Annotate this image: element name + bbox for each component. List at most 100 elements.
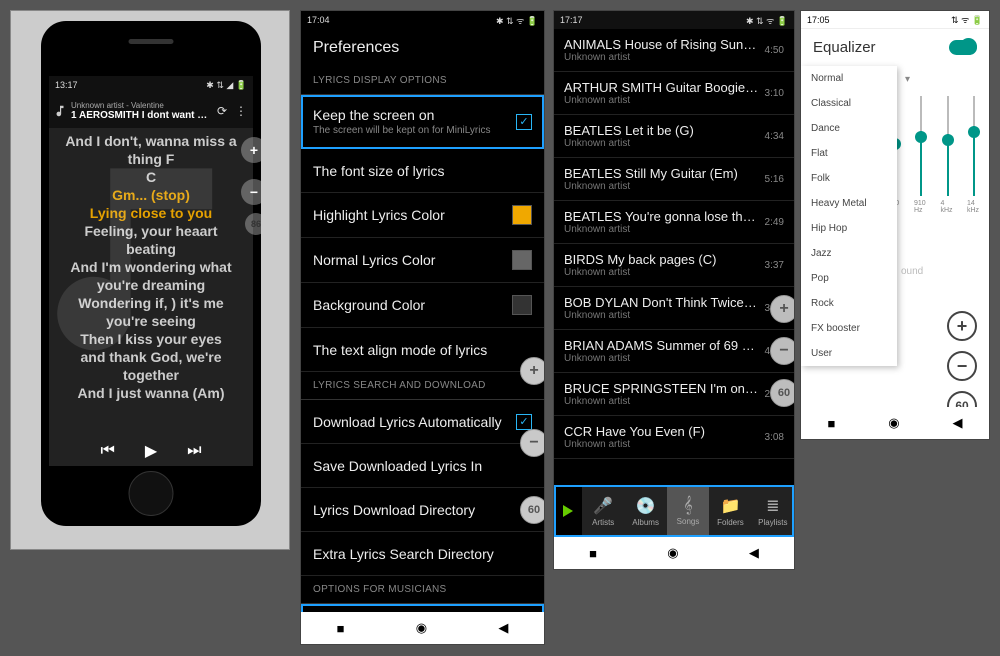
pref-download-dir[interactable]: Lyrics Download Directory 60 (301, 488, 544, 532)
tab-songs[interactable]: 𝄞Songs (667, 485, 709, 537)
phone-frame: 13:17 ✱ ⇅ ◢ 🔋 Unknown artist - Valentine… (41, 21, 261, 526)
overlay-minus-button[interactable]: − (770, 337, 795, 365)
more-icon[interactable]: ⋮ (233, 104, 249, 118)
preset-item[interactable]: Jazz (801, 241, 897, 266)
eq-slider[interactable]: 4 kHz (941, 96, 955, 231)
pref-auto-download[interactable]: Download Lyrics Automatically ✓ − (301, 400, 544, 444)
song-artist: Unknown artist (564, 396, 759, 407)
pref-font-size[interactable]: The font size of lyrics (301, 149, 544, 193)
preset-item[interactable]: User (801, 341, 897, 366)
status-icons: ✱ ⇅ ᯤ 🔋 (496, 14, 538, 27)
nav-home[interactable]: ◉ (888, 415, 899, 431)
song-row[interactable]: BEATLES Let it be (G)Unknown artist4:34 (554, 115, 794, 158)
overlay-plus-button[interactable]: + (520, 357, 545, 385)
pref-keep-screen-on[interactable]: Keep the screen on The screen will be ke… (301, 95, 544, 149)
song-row[interactable]: BIRDS My back pages (C)Unknown artist3:3… (554, 244, 794, 287)
equalizer-header: Equalizer (801, 29, 989, 66)
page-title: Equalizer (813, 39, 876, 56)
status-icons: ✱ ⇅ ᯤ 🔋 (746, 14, 788, 27)
android-nav-bar: ■ ◉ ◀ (801, 407, 989, 439)
preset-item[interactable]: Dance (801, 116, 897, 141)
eq-slider[interactable]: 910 Hz (914, 96, 928, 231)
overlay-num-button[interactable]: 60 (520, 496, 545, 524)
pref-background-color[interactable]: Background Color (301, 283, 544, 328)
tab-artists[interactable]: 🎤 Artists (582, 485, 624, 537)
pref-text-align[interactable]: The text align mode of lyrics + (301, 328, 544, 372)
song-row[interactable]: BEATLES You're gonna lose that girl..Unk… (554, 201, 794, 244)
preset-item[interactable]: Pop (801, 266, 897, 291)
song-row[interactable]: BOB DYLAN Don't Think Twice (G)Unknown a… (554, 287, 794, 330)
overlay-plus-button[interactable]: + (770, 295, 795, 323)
play-button[interactable]: ▶ (145, 441, 157, 461)
eq-slider[interactable]: 14 kHz (967, 96, 981, 231)
preset-item[interactable]: Rock (801, 291, 897, 316)
pref-normal-color[interactable]: Normal Lyrics Color (301, 238, 544, 283)
refresh-icon[interactable]: ⟳ (214, 104, 230, 118)
preset-item[interactable]: Normal (801, 66, 897, 91)
disc-icon: 💿 (636, 496, 656, 516)
nav-recent[interactable]: ■ (337, 621, 345, 636)
lyrics-pane[interactable]: And I don't, wanna miss athing FCGm... (… (49, 128, 253, 436)
status-time: 13:17 (55, 80, 78, 90)
song-artist: Unknown artist (564, 310, 759, 321)
song-artist: Unknown artist (564, 138, 759, 149)
nav-back[interactable]: ◀ (498, 620, 508, 636)
song-title: BRUCE SPRINGSTEEN I'm on fire (E) (564, 381, 759, 396)
song-row[interactable]: BRUCE SPRINGSTEEN I'm on fire (E)Unknown… (554, 373, 794, 416)
nav-recent[interactable]: ■ (827, 416, 835, 431)
font-minus-button[interactable]: − (241, 179, 261, 205)
preset-item[interactable]: Hip Hop (801, 216, 897, 241)
equalizer-toggle[interactable] (949, 40, 977, 55)
font-size-value[interactable]: 86 (245, 213, 261, 235)
freq-label: 4 kHz (941, 200, 955, 214)
tab-playlists[interactable]: ≣Playlists (752, 485, 794, 537)
song-title: BEATLES Still My Guitar (Em) (564, 166, 759, 181)
tab-folders[interactable]: 📁Folders (709, 485, 751, 537)
pref-highlight-color[interactable]: Highlight Lyrics Color (301, 193, 544, 238)
nav-home[interactable]: ◉ (667, 545, 678, 561)
song-title: ANIMALS House of Rising Sun (Am) (564, 37, 759, 52)
phone-speaker (129, 39, 174, 44)
song-row[interactable]: ANIMALS House of Rising Sun (Am)Unknown … (554, 29, 794, 72)
song-row[interactable]: BEATLES Still My Guitar (Em)Unknown arti… (554, 158, 794, 201)
overlay-minus-button[interactable]: − (520, 429, 545, 457)
nav-back[interactable]: ◀ (953, 415, 963, 431)
song-duration: 4:50 (765, 45, 784, 56)
song-duration: 5:16 (765, 174, 784, 185)
preset-item[interactable]: Classical (801, 91, 897, 116)
prev-button[interactable]: ⏮ (100, 442, 114, 460)
song-row[interactable]: CCR Have You Even (F)Unknown artist3:08 (554, 416, 794, 459)
song-row[interactable]: BRIAN ADAMS Summer of 69 (G).mp3Unknown … (554, 330, 794, 373)
checkbox-icon[interactable]: ✓ (516, 114, 532, 130)
song-duration: 2:49 (765, 217, 784, 228)
checkbox-icon[interactable]: ✓ (516, 414, 532, 430)
android-nav-bar: ■ ◉ ◀ (554, 537, 794, 569)
overlay-minus-button[interactable]: − (947, 351, 977, 381)
nav-home[interactable]: ◉ (416, 620, 427, 636)
status-time: 17:04 (307, 15, 330, 25)
nav-back[interactable]: ◀ (749, 545, 759, 561)
song-row[interactable]: ARTHUR SMITH Guitar Boogie (E)Unknown ar… (554, 72, 794, 115)
preset-item[interactable]: Folk (801, 166, 897, 191)
tab-play[interactable] (554, 485, 582, 537)
dropdown-icon[interactable]: ▾ (905, 74, 910, 85)
font-plus-button[interactable]: + (241, 137, 261, 163)
pref-label: The font size of lyrics (313, 163, 532, 179)
mic-icon: 🎤 (593, 496, 613, 516)
tab-albums[interactable]: 💿Albums (624, 485, 666, 537)
next-button[interactable]: ⏭ (187, 442, 201, 460)
home-button[interactable] (129, 471, 174, 516)
tab-label: Songs (677, 517, 700, 526)
overlay-num-button[interactable]: 60 (770, 379, 795, 407)
tab-label: Artists (592, 518, 614, 527)
preset-dropdown-menu[interactable]: NormalClassicalDanceFlatFolkHeavy MetalH… (801, 66, 897, 366)
status-time: 17:17 (560, 15, 583, 25)
preset-item[interactable]: FX booster (801, 316, 897, 341)
pref-extra-dir[interactable]: Extra Lyrics Search Directory (301, 532, 544, 576)
preset-item[interactable]: Heavy Metal (801, 191, 897, 216)
pref-save-location[interactable]: Save Downloaded Lyrics In (301, 444, 544, 488)
nav-recent[interactable]: ■ (589, 546, 597, 561)
overlay-plus-button[interactable]: + (947, 311, 977, 341)
preset-item[interactable]: Flat (801, 141, 897, 166)
tab-label: Playlists (758, 518, 787, 527)
